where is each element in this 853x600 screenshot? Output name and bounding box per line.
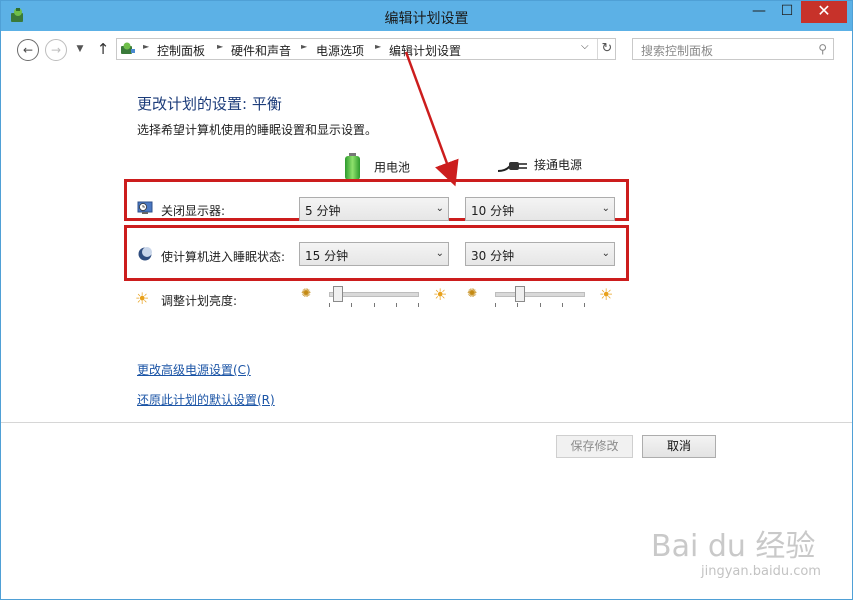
brightness-battery-slider[interactable] <box>329 286 419 310</box>
slider-thumb[interactable] <box>515 286 525 302</box>
sleep-label: 使计算机进入睡眠状态: <box>161 250 286 264</box>
slider-tick <box>540 303 541 307</box>
display-off-plugged-value: 10 分钟 <box>471 204 515 218</box>
brightness-plugged-slider[interactable] <box>495 286 585 310</box>
plugged-in-label: 接通电源 <box>534 158 583 172</box>
sleep-plugged-select[interactable]: 30 分钟 ⌄ <box>465 242 615 266</box>
display-off-battery-select[interactable]: 5 分钟 ⌄ <box>299 197 449 221</box>
column-header-battery: 用电池 <box>345 153 411 180</box>
maximize-button[interactable]: ☐ <box>774 1 800 23</box>
monitor-clock-icon <box>137 201 153 214</box>
up-button[interactable]: ↑ <box>95 39 111 61</box>
column-header-plugged-in: 接通电源 <box>496 156 582 173</box>
sleep-plugged-value: 30 分钟 <box>471 249 515 263</box>
breadcrumb-separator: ► <box>143 42 150 51</box>
search-icon[interactable]: ⚲ <box>818 42 827 56</box>
battery-label: 用电池 <box>374 160 411 175</box>
bright-sun-icon: ☀ <box>599 285 614 304</box>
battery-icon <box>345 153 360 180</box>
breadcrumb-separator: ► <box>301 42 308 51</box>
breadcrumb-hardware-sound[interactable]: 硬件和声音 <box>231 42 291 59</box>
chevron-down-icon: ⌄ <box>435 203 444 214</box>
chevron-down-icon: ⌄ <box>435 248 444 259</box>
watermark-brand: Bai du 经验 <box>651 529 816 564</box>
breadcrumb-power-options[interactable]: 电源选项 <box>316 42 364 59</box>
address-dropdown-icon[interactable]: ⌵ <box>581 41 589 52</box>
slider-track <box>495 292 585 297</box>
sun-icon: ☀ <box>135 289 150 308</box>
page-subtitle: 选择希望计算机使用的睡眠设置和显示设置。 <box>137 123 378 137</box>
search-placeholder: 搜索控制面板 <box>641 44 714 58</box>
slider-tick <box>351 303 352 307</box>
slider-tick <box>329 303 330 307</box>
cancel-button[interactable]: 取消 <box>642 435 716 458</box>
dim-sun-icon: ✺ <box>301 286 312 300</box>
slider-tick <box>374 303 375 307</box>
breadcrumb-separator: ► <box>375 42 382 51</box>
forward-button[interactable]: → <box>45 39 67 61</box>
control-panel-icon <box>121 42 135 54</box>
search-input[interactable]: 搜索控制面板 ⚲ <box>632 38 834 60</box>
address-bar[interactable]: ► 控制面板 ► 硬件和声音 ► 电源选项 ► 编辑计划设置 ⌵ ↻ <box>116 38 616 60</box>
display-off-label: 关闭显示器: <box>161 204 226 218</box>
slider-tick <box>495 303 496 307</box>
breadcrumb-control-panel[interactable]: 控制面板 <box>157 42 205 59</box>
slider-tick <box>418 303 419 307</box>
back-button[interactable]: ← <box>17 39 39 61</box>
close-button[interactable]: ✕ <box>801 1 847 23</box>
navigation-bar: ← → ▼ ↑ ► 控制面板 ► 硬件和声音 ► 电源选项 ► 编辑计划设置 ⌵… <box>1 31 852 69</box>
slider-tick <box>396 303 397 307</box>
dim-sun-icon: ✺ <box>467 286 478 300</box>
chevron-down-icon: ⌄ <box>601 203 610 214</box>
footer-divider <box>1 422 852 423</box>
title-bar[interactable]: 编辑计划设置 — ☐ ✕ <box>1 1 852 31</box>
moon-sleep-icon <box>138 247 152 261</box>
page-title: 更改计划的设置: 平衡 <box>137 95 282 113</box>
window-title: 编辑计划设置 <box>384 11 469 27</box>
display-off-plugged-select[interactable]: 10 分钟 ⌄ <box>465 197 615 221</box>
sleep-battery-select[interactable]: 15 分钟 ⌄ <box>299 242 449 266</box>
recent-locations-button[interactable]: ▼ <box>73 39 87 61</box>
advanced-power-settings-link[interactable]: 更改高级电源设置(C) <box>137 361 251 378</box>
bright-sun-icon: ☀ <box>433 285 448 304</box>
breadcrumb-edit-plan[interactable]: 编辑计划设置 <box>389 42 461 59</box>
refresh-icon[interactable]: ↻ <box>597 39 616 59</box>
slider-tick <box>562 303 563 307</box>
save-changes-button[interactable]: 保存修改 <box>556 435 633 458</box>
power-plug-icon <box>497 161 527 172</box>
slider-tick <box>517 303 518 307</box>
minimize-button[interactable]: — <box>746 1 772 23</box>
brightness-label: 调整计划亮度: <box>161 294 238 308</box>
slider-tick <box>584 303 585 307</box>
slider-thumb[interactable] <box>333 286 343 302</box>
display-off-battery-value: 5 分钟 <box>305 204 341 218</box>
chevron-down-icon: ⌄ <box>601 248 610 259</box>
sleep-battery-value: 15 分钟 <box>305 249 349 263</box>
restore-defaults-link[interactable]: 还原此计划的默认设置(R) <box>137 391 275 408</box>
breadcrumb-separator: ► <box>217 42 224 51</box>
watermark-url: jingyan.baidu.com <box>701 564 821 579</box>
control-panel-window: 编辑计划设置 — ☐ ✕ ← → ▼ ↑ ► 控制面板 ► 硬件和声音 ► 电源… <box>0 0 853 600</box>
